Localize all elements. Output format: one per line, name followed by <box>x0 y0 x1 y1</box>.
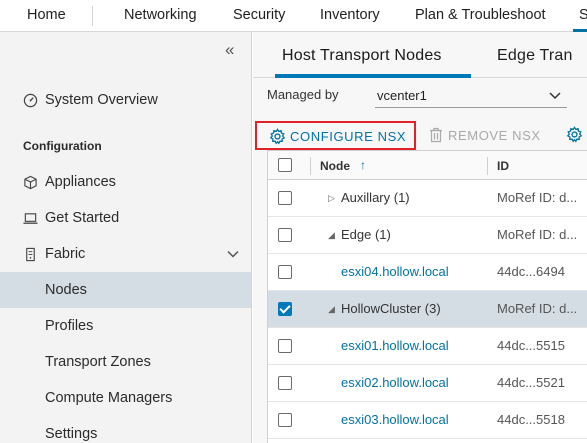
sidebar-item-transport-zones[interactable]: Transport Zones <box>0 344 251 380</box>
node-link[interactable]: esxi01.hollow.local <box>341 338 449 353</box>
node-id: MoRef ID: d... <box>497 227 578 242</box>
table-row[interactable]: ▷ Auxillary (1) MoRef ID: d... <box>268 180 587 217</box>
nav-tab-security[interactable]: Security <box>233 7 285 23</box>
configure-nsx-label: CONFIGURE NSX <box>290 129 407 144</box>
table-row[interactable]: ◢ Edge (1) MoRef ID: d... <box>268 217 587 254</box>
node-id: 44dc...6494 <box>497 264 565 279</box>
active-subtab-indicator <box>275 74 471 78</box>
tab-edge-transport-nodes[interactable]: Edge Tran <box>497 47 573 65</box>
row-checkbox[interactable] <box>278 376 292 390</box>
gear-icon <box>269 128 286 145</box>
node-link[interactable]: esxi04.hollow.local <box>341 264 449 279</box>
row-checkbox[interactable] <box>278 413 292 427</box>
node-link[interactable]: esxi02.hollow.local <box>341 375 449 390</box>
chevron-down-icon <box>549 92 561 100</box>
sidebar-item-fabric[interactable]: Fabric <box>0 236 251 272</box>
chevron-down-icon[interactable] <box>226 247 240 261</box>
node-id: 44dc...5521 <box>497 375 565 390</box>
column-header-id[interactable]: ID <box>497 159 509 173</box>
node-id: 44dc...5518 <box>497 412 565 427</box>
sidebar-item-label: Fabric <box>45 246 86 262</box>
sidebar-item-settings[interactable]: Settings <box>0 416 251 443</box>
node-link[interactable]: esxi03.hollow.local <box>341 412 449 427</box>
remove-nsx-button[interactable]: REMOVE NSX <box>429 127 541 143</box>
sidebar-item-label: Appliances <box>45 174 116 190</box>
nav-tab-home[interactable]: Home <box>27 7 66 23</box>
collapse-caret-icon[interactable]: ◢ <box>328 230 335 241</box>
cube-icon <box>24 175 37 190</box>
host-transport-nodes-grid: Node ↑ ID ▷ Auxillary (1) MoRef ID: d...… <box>267 150 587 443</box>
top-navigation: Home Networking Security Inventory Plan … <box>0 0 587 32</box>
trash-icon <box>430 127 442 143</box>
sidebar-item-compute-managers[interactable]: Compute Managers <box>0 380 251 416</box>
sidebar-item-label: Get Started <box>45 210 120 226</box>
sidebar-item-label: Settings <box>45 426 98 442</box>
nav-tab-networking[interactable]: Networking <box>124 7 197 23</box>
sidebar-item-get-started[interactable]: Get Started <box>0 200 251 236</box>
select-all-checkbox[interactable] <box>278 158 292 172</box>
gear-icon[interactable] <box>566 126 583 143</box>
node-id: MoRef ID: d... <box>497 190 578 205</box>
nav-tab-inventory[interactable]: Inventory <box>320 7 380 23</box>
row-checkbox[interactable] <box>278 191 292 205</box>
sidebar-item-label: Nodes <box>45 282 87 298</box>
sidebar: « System Overview Configuration Applianc… <box>0 32 252 443</box>
node-id: 44dc...5515 <box>497 338 565 353</box>
node-id: MoRef ID: d... <box>497 301 578 316</box>
table-row[interactable]: esxi03.hollow.local 44dc...5518 <box>268 402 587 439</box>
column-separator <box>310 157 311 175</box>
tab-host-transport-nodes[interactable]: Host Transport Nodes <box>282 47 442 65</box>
sidebar-item-label: Compute Managers <box>45 390 173 406</box>
row-checkbox-checked[interactable] <box>278 302 292 316</box>
nav-divider <box>92 6 93 26</box>
sidebar-item-label: Profiles <box>45 318 94 334</box>
table-row[interactable]: esxi04.hollow.local 44dc...6494 <box>268 254 587 291</box>
nav-tab-system[interactable]: S <box>573 0 587 32</box>
sidebar-item-label: Transport Zones <box>45 354 151 370</box>
main-content: Host Transport Nodes Edge Tran Managed b… <box>253 32 587 443</box>
dashboard-gauge-icon <box>23 93 38 108</box>
server-rack-icon <box>26 247 35 262</box>
sub-tabs: Host Transport Nodes Edge Tran <box>253 32 587 78</box>
sidebar-item-label: System Overview <box>45 92 158 108</box>
row-checkbox[interactable] <box>278 339 292 353</box>
column-separator <box>487 157 488 175</box>
column-header-node[interactable]: Node <box>320 159 350 173</box>
laptop-icon <box>23 213 38 224</box>
node-name: Edge (1) <box>341 227 391 242</box>
node-name: HollowCluster (3) <box>341 301 441 316</box>
row-checkbox[interactable] <box>278 228 292 242</box>
managed-by-label: Managed by <box>267 87 339 102</box>
table-row-selected[interactable]: ◢ HollowCluster (3) MoRef ID: d... <box>268 291 587 328</box>
expand-caret-icon[interactable]: ▷ <box>328 193 335 204</box>
section-title-configuration: Configuration <box>23 139 102 153</box>
table-row[interactable]: esxi02.hollow.local 44dc...5521 <box>268 365 587 402</box>
sidebar-item-profiles[interactable]: Profiles <box>0 308 251 344</box>
configure-nsx-button[interactable]: CONFIGURE NSX <box>255 121 416 150</box>
toolbar: CONFIGURE NSX REMOVE NSX <box>253 118 587 150</box>
managed-by-value: vcenter1 <box>377 88 427 103</box>
managed-by-select[interactable]: vcenter1 <box>375 84 567 108</box>
nav-tab-system-label: S <box>579 7 587 23</box>
sidebar-item-system-overview[interactable]: System Overview <box>0 82 251 118</box>
collapse-sidebar-icon[interactable]: « <box>225 40 234 60</box>
sidebar-item-appliances[interactable]: Appliances <box>0 164 251 200</box>
nav-tab-plan-troubleshoot[interactable]: Plan & Troubleshoot <box>415 7 546 23</box>
collapse-caret-icon[interactable]: ◢ <box>328 304 335 315</box>
table-row[interactable]: esxi01.hollow.local 44dc...5515 <box>268 328 587 365</box>
remove-nsx-label: REMOVE NSX <box>448 127 541 143</box>
sidebar-item-nodes[interactable]: Nodes <box>0 272 251 308</box>
row-checkbox[interactable] <box>278 265 292 279</box>
sort-ascending-icon[interactable]: ↑ <box>360 158 366 172</box>
grid-header: Node ↑ ID <box>268 150 587 180</box>
node-name: Auxillary (1) <box>341 190 410 205</box>
